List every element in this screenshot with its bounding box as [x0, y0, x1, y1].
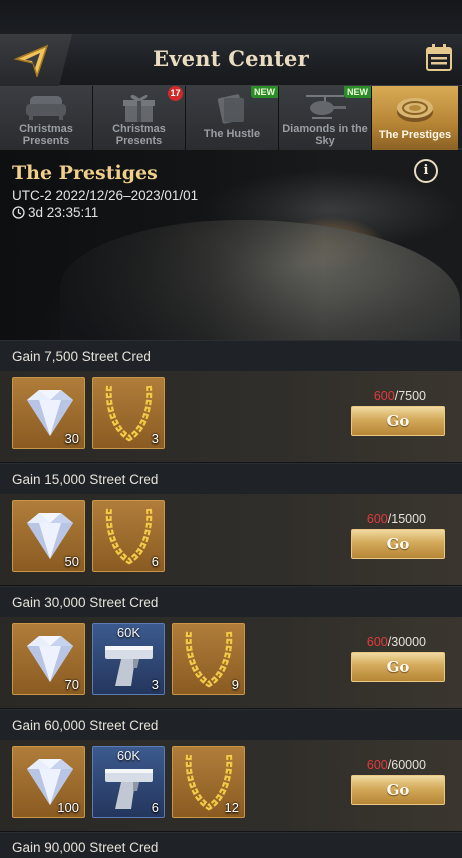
tab-christmas-presents-1[interactable]: Christmas Presents — [0, 86, 93, 150]
go-button[interactable]: Go — [351, 529, 445, 559]
calendar-icon — [426, 44, 452, 71]
reward-item[interactable]: 30 — [12, 377, 85, 449]
tab-label: The Hustle — [203, 128, 261, 140]
reward-item[interactable]: 50 — [12, 500, 85, 572]
reward-count: 9 — [231, 677, 239, 692]
task-title: Gain 90,000 Street Cred — [0, 832, 462, 858]
tab-label: The Prestiges — [378, 129, 452, 141]
new-badge: NEW — [344, 86, 371, 98]
event-banner: The Prestiges UTC-2 2022/12/26–2023/01/0… — [0, 150, 462, 340]
header: Event Center — [0, 34, 462, 86]
helicopter-icon — [306, 95, 346, 119]
info-button[interactable]: i — [414, 159, 438, 183]
event-date-range: UTC-2 2022/12/26–2023/01/01 — [12, 188, 199, 203]
task-item: Gain 15,000 Street Cred 50 6 600/15000 G… — [0, 463, 462, 586]
reward-item[interactable]: 12 — [172, 746, 245, 818]
reward-item[interactable]: 6 — [92, 500, 165, 572]
task-list: Gain 7,500 Street Cred 30 3 600/7500 Go … — [0, 340, 462, 832]
tab-label: Christmas Presents — [19, 123, 73, 147]
reward-count: 12 — [224, 800, 239, 815]
task-title: Gain 30,000 Street Cred — [0, 586, 462, 617]
go-button[interactable]: Go — [351, 652, 445, 682]
event-title: The Prestiges — [12, 162, 158, 184]
cash-icon — [217, 94, 245, 124]
reward-list: 30 3 — [12, 377, 165, 449]
tab-diamonds-in-the-sky[interactable]: NEW Diamonds in the Sky — [279, 86, 372, 150]
tab-the-prestiges[interactable]: The Prestiges — [372, 86, 458, 150]
reward-count: 70 — [64, 677, 79, 692]
tab-the-hustle[interactable]: NEW The Hustle — [186, 86, 279, 150]
reward-count: 6 — [151, 800, 159, 815]
task-progress: 600/30000 — [366, 635, 426, 649]
reward-count: 30 — [64, 431, 79, 446]
status-bar — [0, 0, 462, 34]
task-progress: 600/15000 — [366, 512, 426, 526]
tab-christmas-presents-2[interactable]: 17 Christmas Presents — [93, 86, 186, 150]
task-item: Gain 7,500 Street Cred 30 3 600/7500 Go — [0, 340, 462, 463]
reward-count: 6 — [151, 554, 159, 569]
task-title: Gain 60,000 Street Cred — [0, 709, 462, 740]
tab-label: Diamonds in the Sky — [282, 123, 368, 147]
reward-item[interactable]: 60K 3 — [92, 623, 165, 695]
task-item: Gain 60,000 Street Cred 100 60K 6 12 600… — [0, 709, 462, 832]
go-button[interactable]: Go — [351, 775, 445, 805]
notification-badge: 17 — [168, 86, 183, 101]
reward-count: 50 — [64, 554, 79, 569]
event-timer: 3d 23:35:11 — [12, 205, 98, 220]
coin-stack-icon — [397, 98, 433, 122]
reward-item[interactable]: 60K 6 — [92, 746, 165, 818]
reward-label: 60K — [116, 625, 141, 640]
task-progress: 600/7500 — [373, 389, 426, 403]
reward-item[interactable]: 100 — [12, 746, 85, 818]
task-title: Gain 15,000 Street Cred — [0, 463, 462, 494]
reward-count: 3 — [151, 677, 159, 692]
new-badge: NEW — [251, 86, 278, 98]
timer-text: 3d 23:35:11 — [28, 205, 99, 220]
back-arrow-icon — [13, 44, 49, 77]
sofa-icon — [26, 96, 66, 120]
task-item: Gain 30,000 Street Cred 70 60K 3 9 600/3… — [0, 586, 462, 709]
tab-label: Christmas Presents — [112, 123, 166, 147]
calendar-button[interactable] — [424, 43, 454, 73]
reward-item[interactable]: 70 — [12, 623, 85, 695]
page-title: Event Center — [153, 46, 309, 71]
go-button[interactable]: Go — [351, 406, 445, 436]
event-tabs: Christmas Presents 17 Christmas Presents N… — [0, 86, 462, 150]
reward-list: 100 60K 6 12 — [12, 746, 245, 818]
reward-count: 100 — [57, 800, 79, 815]
gift-icon — [123, 94, 155, 122]
clock-icon — [12, 206, 25, 219]
reward-count: 3 — [151, 431, 159, 446]
reward-list: 50 6 — [12, 500, 165, 572]
task-progress: 600/60000 — [366, 758, 426, 772]
reward-label: 60K — [116, 748, 141, 763]
reward-item[interactable]: 3 — [92, 377, 165, 449]
task-title: Gain 7,500 Street Cred — [0, 340, 462, 371]
reward-item[interactable]: 9 — [172, 623, 245, 695]
back-button[interactable] — [0, 34, 72, 86]
reward-list: 70 60K 3 9 — [12, 623, 245, 695]
